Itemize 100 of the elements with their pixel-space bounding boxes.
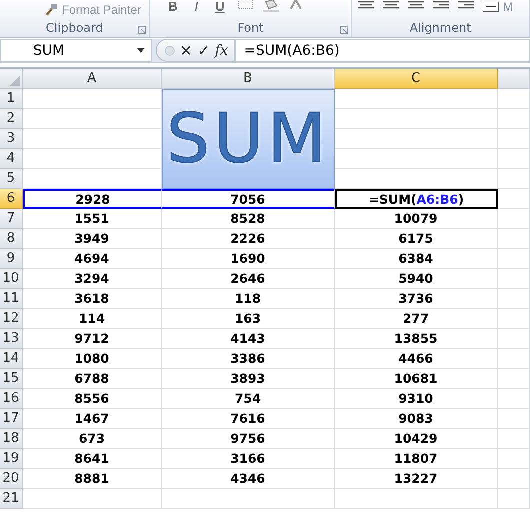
row-header[interactable]: 18 xyxy=(0,429,23,449)
font-style-button[interactable]: U xyxy=(211,0,229,14)
empty-cell xyxy=(498,269,530,289)
table-cell: 7616 xyxy=(162,409,335,429)
row-header[interactable]: 1 xyxy=(0,89,23,109)
name-box[interactable]: SUM xyxy=(0,39,152,62)
table-cell: 1690 xyxy=(162,249,335,269)
empty-cell xyxy=(498,189,530,209)
table-cell: 4694 xyxy=(23,249,162,269)
indent-icon[interactable] xyxy=(433,0,450,10)
row-header[interactable]: 21 xyxy=(0,489,23,509)
table-cell: 4346 xyxy=(162,469,335,489)
empty-cell xyxy=(498,129,530,149)
font-style-button[interactable]: B xyxy=(164,0,182,14)
table-cell: 10681 xyxy=(335,369,498,389)
table-cell: 114 xyxy=(23,309,162,329)
row-header[interactable]: 6 xyxy=(0,189,23,209)
enter-button[interactable]: ✓ xyxy=(198,42,210,60)
table-cell: 1467 xyxy=(23,409,162,429)
table-cell: 1551 xyxy=(23,209,162,229)
font-style-button[interactable]: I xyxy=(190,0,202,14)
row-header[interactable]: 12 xyxy=(0,309,23,329)
table-cell: 2646 xyxy=(162,269,335,289)
table-cell: 4143 xyxy=(162,329,335,349)
table-cell: 3949 xyxy=(23,229,162,249)
empty-cell xyxy=(498,229,530,249)
table-cell: 8528 xyxy=(162,209,335,229)
align-icon[interactable] xyxy=(408,0,424,10)
insert-function-button[interactable]: fx xyxy=(215,42,228,58)
row-header[interactable]: 19 xyxy=(0,449,23,469)
table-cell: 8881 xyxy=(23,469,162,489)
group-label: Font xyxy=(238,21,264,37)
row-header[interactable]: 5 xyxy=(0,169,23,189)
formula-field[interactable]: =SUM(A6:B6) xyxy=(235,39,530,62)
indent-icon[interactable] xyxy=(458,0,474,10)
row-header[interactable]: 20 xyxy=(0,469,23,489)
empty-cell xyxy=(498,389,530,409)
empty-cell xyxy=(498,309,530,329)
table-cell: 10429 xyxy=(335,429,498,449)
table-cell: 7056 xyxy=(162,189,335,209)
empty-cell xyxy=(498,409,530,429)
empty-cell xyxy=(498,349,530,369)
row-header[interactable]: 8 xyxy=(0,229,23,249)
dropdown-caret-icon[interactable] xyxy=(137,48,145,53)
fill-color-icon[interactable] xyxy=(262,0,281,12)
table-cell: 9756 xyxy=(162,429,335,449)
row-header[interactable]: 10 xyxy=(0,269,23,289)
empty-cell xyxy=(498,249,530,269)
row-header[interactable]: 11 xyxy=(0,289,23,309)
table-cell: 11807 xyxy=(335,449,498,469)
row-header[interactable]: 7 xyxy=(0,209,23,229)
row-header[interactable]: 3 xyxy=(0,129,23,149)
table-cell: 13227 xyxy=(335,469,498,489)
merge-icon[interactable] xyxy=(483,2,500,12)
grip-icon[interactable] xyxy=(165,46,175,56)
align-icon[interactable] xyxy=(383,0,400,10)
table-cell: 3893 xyxy=(162,369,335,389)
dialog-launcher-icon[interactable] xyxy=(340,26,348,34)
table-cell: 10079 xyxy=(335,209,498,229)
row-header[interactable]: 16 xyxy=(0,389,23,409)
row-header[interactable]: 17 xyxy=(0,409,23,429)
row-header[interactable]: 15 xyxy=(0,369,23,389)
brush-icon[interactable] xyxy=(44,3,58,17)
table-cell: 6384 xyxy=(335,249,498,269)
row-header[interactable]: 2 xyxy=(0,109,23,129)
column-header[interactable]: A xyxy=(23,69,162,89)
table-cell: 9712 xyxy=(23,329,162,349)
table-cell: 277 xyxy=(335,309,498,329)
column-header[interactable]: B xyxy=(162,69,335,89)
table-cell: 3618 xyxy=(23,289,162,309)
empty-cell xyxy=(498,149,530,169)
row-header[interactable]: 4 xyxy=(0,149,23,169)
empty-cell xyxy=(498,469,530,489)
word-art[interactable]: SUM xyxy=(162,89,335,189)
row-header[interactable]: 13 xyxy=(0,329,23,349)
table-cell: 9310 xyxy=(335,389,498,409)
font-color-icon[interactable] xyxy=(290,0,302,10)
row-header[interactable]: 14 xyxy=(0,349,23,369)
empty-cell xyxy=(498,449,530,469)
group-label: Clipboard xyxy=(46,21,104,37)
column-header[interactable]: C xyxy=(335,69,498,89)
table-cell: 8641 xyxy=(23,449,162,469)
group-label: Alignment xyxy=(410,21,472,37)
empty-cell xyxy=(498,169,530,189)
empty-cell xyxy=(498,109,530,129)
table-cell: 13855 xyxy=(335,329,498,349)
table-cell: 2928 xyxy=(23,189,162,209)
empty-cell xyxy=(498,289,530,309)
empty-cell xyxy=(498,429,530,449)
table-cell: 3166 xyxy=(162,449,335,469)
borders-icon[interactable] xyxy=(238,0,254,10)
cancel-button[interactable]: ✕ xyxy=(180,42,193,60)
empty-cell xyxy=(498,489,530,509)
empty-cell xyxy=(498,329,530,349)
table-cell: 118 xyxy=(162,289,335,309)
table-cell: 2226 xyxy=(162,229,335,249)
row-header[interactable]: 9 xyxy=(0,249,23,269)
table-cell: 8556 xyxy=(23,389,162,409)
dialog-launcher-icon[interactable] xyxy=(138,26,146,34)
align-icon[interactable] xyxy=(358,0,374,10)
